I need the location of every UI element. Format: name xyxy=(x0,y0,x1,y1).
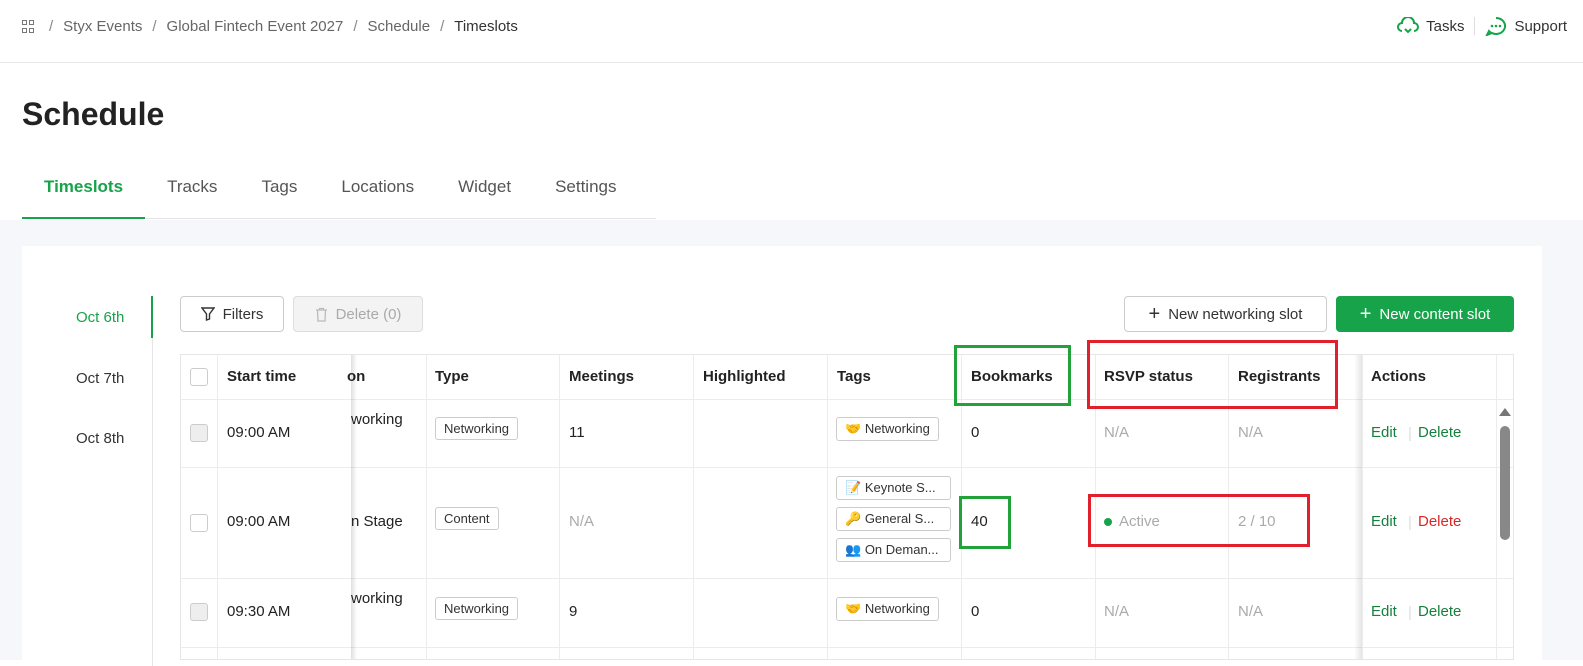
row-checkbox[interactable] xyxy=(190,514,208,532)
chat-bubble-icon xyxy=(1485,16,1507,36)
plus-icon: + xyxy=(1148,303,1161,325)
handshake-icon: 🤝 xyxy=(845,421,862,436)
tag-chip: 🔑 General S... xyxy=(836,507,951,531)
highlight-box-bookmarks-header xyxy=(954,345,1071,406)
registrants-count: N/A xyxy=(1238,424,1264,441)
tab-tags[interactable]: Tags xyxy=(239,166,319,219)
start-time: 09:00 AM xyxy=(227,424,291,441)
filter-icon xyxy=(200,307,215,321)
active-date-indicator xyxy=(151,296,153,338)
column-header-meetings[interactable]: Meetings xyxy=(569,355,634,399)
row-checkbox[interactable] xyxy=(190,603,208,621)
timeslot-name: n Stage xyxy=(351,513,403,530)
highlight-box-bookmarks-value xyxy=(959,496,1011,549)
support-button[interactable]: Support xyxy=(1485,16,1567,36)
meetings-count: 11 xyxy=(569,424,585,441)
top-bar: / Styx Events / Global Fintech Event 202… xyxy=(0,0,1583,63)
delete-link[interactable]: Delete xyxy=(1418,424,1461,441)
breadcrumb-item-event[interactable]: Global Fintech Event 2027 xyxy=(167,18,344,35)
breadcrumb-item-timeslots: Timeslots xyxy=(454,18,518,35)
column-header-highlighted[interactable]: Highlighted xyxy=(703,355,786,399)
date-item-oct-8[interactable]: Oct 8th xyxy=(76,430,124,447)
scroll-up-arrow-icon[interactable] xyxy=(1499,408,1511,416)
new-networking-slot-button[interactable]: + New networking slot xyxy=(1124,296,1327,332)
highlight-box-rsvp-header xyxy=(1087,340,1338,409)
page-title: Schedule xyxy=(22,96,165,132)
edit-link[interactable]: Edit xyxy=(1371,424,1397,441)
rsvp-status: N/A xyxy=(1104,603,1130,620)
tag-chip: 📝 Keynote S... xyxy=(836,476,951,500)
memo-icon: 📝 xyxy=(845,480,862,495)
delete-link[interactable]: Delete xyxy=(1418,603,1461,620)
tab-bar: Timeslots Tracks Tags Locations Widget S… xyxy=(22,166,656,219)
meetings-count: N/A xyxy=(569,513,595,530)
column-header-type[interactable]: Type xyxy=(435,355,469,399)
bookmarks-count: 0 xyxy=(971,424,980,441)
tab-timeslots[interactable]: Timeslots xyxy=(22,166,146,219)
column-header-actions: Actions xyxy=(1371,368,1427,385)
filters-button[interactable]: Filters xyxy=(180,296,284,332)
start-time: 09:30 AM xyxy=(227,603,291,620)
select-all-checkbox[interactable] xyxy=(190,368,208,386)
type-badge: Content xyxy=(435,507,499,530)
date-item-oct-6[interactable]: Oct 6th xyxy=(76,309,124,326)
column-header-tags[interactable]: Tags xyxy=(837,355,871,399)
people-icon: 👥 xyxy=(845,542,862,557)
tag-chip: 👥 On Deman... xyxy=(836,538,951,562)
rsvp-status: N/A xyxy=(1104,424,1130,441)
tag-chip: 🤝 Networking xyxy=(836,597,939,621)
bookmarks-count: 0 xyxy=(971,603,980,620)
key-icon: 🔑 xyxy=(845,511,862,526)
edit-link[interactable]: Edit xyxy=(1371,513,1397,530)
tab-widget[interactable]: Widget xyxy=(436,166,533,219)
registrants-count: N/A xyxy=(1238,603,1264,620)
cloud-sync-icon xyxy=(1397,17,1420,34)
support-label: Support xyxy=(1514,17,1567,35)
start-time: 09:00 AM xyxy=(227,513,291,530)
timeslot-name: working xyxy=(351,590,403,607)
type-badge: Networking xyxy=(435,597,519,620)
highlight-box-rsvp-value xyxy=(1088,494,1310,547)
new-content-slot-button[interactable]: + New content slot xyxy=(1336,296,1514,332)
plus-icon: + xyxy=(1359,303,1372,325)
tasks-button[interactable]: Tasks xyxy=(1397,17,1464,35)
apps-grid-icon[interactable] xyxy=(22,20,35,33)
trash-icon xyxy=(315,307,327,322)
tab-locations[interactable]: Locations xyxy=(319,166,436,219)
handshake-icon: 🤝 xyxy=(845,601,862,616)
breadcrumb-item-styx-events[interactable]: Styx Events xyxy=(63,18,142,35)
tasks-label: Tasks xyxy=(1426,17,1465,35)
edit-link[interactable]: Edit xyxy=(1371,603,1397,620)
column-header-start-time[interactable]: Start time xyxy=(227,355,296,399)
delete-link[interactable]: Delete xyxy=(1418,513,1461,530)
breadcrumb: / Styx Events / Global Fintech Event 202… xyxy=(22,18,518,35)
date-list: Oct 6th Oct 7th Oct 8th xyxy=(22,296,153,666)
timeslot-name: working xyxy=(351,411,403,428)
row-checkbox[interactable] xyxy=(190,424,208,442)
delete-button[interactable]: Delete (0) xyxy=(293,296,423,332)
scrollbar-thumb[interactable] xyxy=(1500,426,1510,540)
date-item-oct-7[interactable]: Oct 7th xyxy=(76,370,124,387)
tag-chip: 🤝 Networking xyxy=(836,417,939,441)
tab-tracks[interactable]: Tracks xyxy=(145,166,239,219)
breadcrumb-item-schedule[interactable]: Schedule xyxy=(368,18,431,35)
type-badge: Networking xyxy=(435,417,519,440)
tab-settings[interactable]: Settings xyxy=(533,166,638,219)
meetings-count: 9 xyxy=(569,603,578,620)
